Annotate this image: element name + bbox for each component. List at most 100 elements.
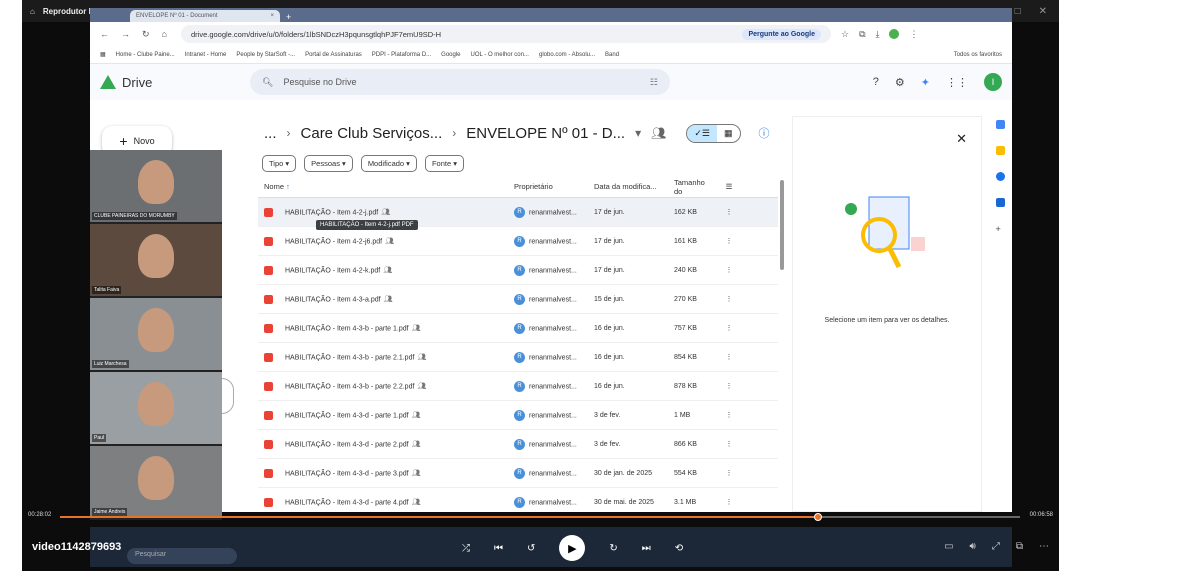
home-icon[interactable]: ⌂: [162, 29, 167, 40]
profile-icon[interactable]: [889, 29, 900, 39]
address-bar[interactable]: drive.google.com/drive/u/0/folders/1lbSN…: [180, 25, 831, 43]
new-tab-icon[interactable]: +: [286, 12, 291, 22]
grid-view-icon[interactable]: ▦: [717, 125, 740, 142]
close-icon[interactable]: ✕: [1039, 6, 1047, 17]
more-actions-icon[interactable]: ⋮: [714, 469, 744, 477]
file-row[interactable]: HABILITAÇÃO - Item 4-3-b - parte 2.2.pdf…: [258, 372, 778, 401]
list-view-icon[interactable]: ✓☰: [687, 124, 717, 142]
col-owner[interactable]: Proprietário: [514, 182, 594, 191]
back-icon[interactable]: ←: [100, 29, 109, 40]
close-icon[interactable]: ✕: [956, 131, 967, 147]
breadcrumb-current[interactable]: ENVELOPE Nº 01 - D...: [466, 125, 625, 142]
breadcrumb-ellipsis[interactable]: ...: [264, 125, 277, 142]
view-toggle[interactable]: ✓☰ ▦: [686, 123, 741, 143]
all-favorites[interactable]: Todos os favoritos: [954, 52, 1002, 58]
more-actions-icon[interactable]: ⋮: [714, 295, 744, 303]
more-actions-icon[interactable]: ⋮: [714, 266, 744, 274]
home-icon[interactable]: ⌂: [30, 7, 35, 16]
calendar-icon[interactable]: [995, 120, 1005, 129]
forward-icon[interactable]: ↻: [609, 543, 617, 554]
reload-icon[interactable]: ↻: [142, 29, 150, 40]
tasks-icon[interactable]: [995, 172, 1005, 181]
seek-handle[interactable]: [814, 513, 823, 521]
col-name[interactable]: Nome ↑: [264, 182, 514, 191]
file-row[interactable]: HABILITAÇÃO - Item 4-3-d - parte 3.pdf 👥︎…: [258, 459, 778, 488]
filter-source[interactable]: Fonte ▾: [424, 154, 464, 172]
file-name: HABILITAÇÃO - Item 4-3-b - parte 2.2.pdf: [285, 382, 415, 390]
volume-icon[interactable]: 🔊︎: [970, 541, 976, 552]
bookmark-8[interactable]: Band: [605, 52, 619, 58]
tab-drive[interactable]: ENVELOPE Nº 01 - Document ×: [130, 10, 280, 22]
maximize-icon[interactable]: □: [1015, 6, 1021, 17]
gemini-icon[interactable]: ✦: [921, 76, 930, 89]
col-date[interactable]: Data da modifica...: [594, 182, 674, 191]
sort-up-icon[interactable]: ↑: [286, 182, 290, 191]
more-actions-icon[interactable]: ⋮: [714, 498, 744, 506]
ask-google-button[interactable]: Pergunte ao Google: [742, 28, 821, 40]
rewind-icon[interactable]: ↺: [527, 543, 535, 554]
search-input[interactable]: 🔍︎ Pesquise no Drive ☷: [250, 69, 670, 95]
more-actions-icon[interactable]: ⋮: [714, 411, 744, 419]
file-row[interactable]: HABILITAÇÃO - Item 4-3-d - parte 2.pdf 👥︎…: [258, 430, 778, 459]
bookmark-5[interactable]: Google: [441, 52, 460, 58]
breadcrumb-folder[interactable]: Care Club Serviços...: [301, 125, 443, 142]
filter-modified[interactable]: Modificado ▾: [360, 154, 417, 172]
file-row[interactable]: HABILITAÇÃO - Item 4-3-d - parte 1.pdf 👥︎…: [258, 401, 778, 430]
seek-track[interactable]: [60, 513, 1020, 521]
chevron-down-icon[interactable]: ▾: [635, 126, 641, 140]
file-row[interactable]: HABILITAÇÃO - Item 4-3-b - parte 1.pdf 👥︎…: [258, 314, 778, 343]
miniplayer-icon[interactable]: ⧉: [1016, 541, 1023, 552]
account-avatar[interactable]: I: [984, 73, 1002, 91]
keep-icon[interactable]: [995, 146, 1005, 155]
taskbar-search[interactable]: Pesquisar: [127, 548, 237, 564]
file-row[interactable]: HABILITAÇÃO - Item 4-2-j6.pdf 👥︎ Rrenanmal…: [258, 227, 778, 256]
apps-icon[interactable]: ▦: [100, 51, 106, 58]
menu-icon[interactable]: ⋮: [909, 29, 918, 40]
col-size[interactable]: Tamanho do: [674, 178, 714, 196]
more-actions-icon[interactable]: ⋮: [714, 324, 744, 332]
file-row[interactable]: HABILITAÇÃO - Item 4-2-j.pdf 👥︎ Rrenanmalv…: [258, 198, 778, 230]
bookmark-3[interactable]: Portal de Assinaturas: [305, 52, 362, 58]
file-row[interactable]: HABILITAÇÃO - Item 4-2-k.pdf 👥︎ Rrenanmalv…: [258, 256, 778, 285]
star-icon[interactable]: ☆: [841, 29, 849, 40]
search-options-icon[interactable]: ☷: [650, 77, 658, 88]
extensions-icon[interactable]: ⧉: [859, 29, 865, 40]
help-icon[interactable]: ?: [873, 76, 879, 88]
settings-icon[interactable]: ⚙: [895, 76, 905, 89]
more-actions-icon[interactable]: ⋮: [714, 382, 744, 390]
more-actions-icon[interactable]: ⋮: [714, 440, 744, 448]
repeat-icon[interactable]: ⟲: [675, 543, 683, 554]
more-actions-icon[interactable]: ⋮: [714, 208, 744, 216]
bookmark-6[interactable]: UOL - O melhor con...: [471, 52, 529, 58]
scrollbar[interactable]: [780, 180, 784, 270]
forward-icon[interactable]: →: [121, 29, 130, 40]
filter-people[interactable]: Pessoas ▾: [304, 154, 353, 172]
add-addon-icon[interactable]: +: [996, 224, 1005, 234]
file-row[interactable]: HABILITAÇÃO - Item 4-3-d - parte 4.pdf 👥︎…: [258, 488, 778, 512]
shuffle-icon[interactable]: ⤮: [462, 543, 470, 554]
seek-bar[interactable]: 00:28:02 00:06:58: [22, 510, 1059, 522]
bookmark-1[interactable]: Intranet - Home: [185, 52, 227, 58]
drive-logo[interactable]: Drive: [100, 75, 250, 90]
file-row[interactable]: HABILITAÇÃO - Item 4-3-a.pdf 👥︎ Rrenanmalv…: [258, 285, 778, 314]
apps-grid-icon[interactable]: ⋮⋮: [946, 76, 968, 89]
subtitles-icon[interactable]: ▭: [944, 541, 953, 552]
info-icon[interactable]: ⓘ: [759, 125, 770, 141]
play-button[interactable]: ▶: [559, 535, 586, 561]
sort-options-icon[interactable]: ☰: [714, 182, 744, 191]
bookmark-2[interactable]: People by StarSoft -...: [236, 52, 295, 58]
fullscreen-icon[interactable]: ⤢: [992, 541, 1000, 552]
file-row[interactable]: HABILITAÇÃO - Item 4-3-b - parte 2.1.pdf…: [258, 343, 778, 372]
bookmark-4[interactable]: PDPI - Plataforma D...: [372, 52, 431, 58]
contacts-icon[interactable]: [995, 198, 1005, 207]
next-icon[interactable]: ⏭: [642, 543, 651, 554]
download-icon[interactable]: ⤓: [876, 29, 880, 40]
more-icon[interactable]: ⋯: [1039, 541, 1049, 552]
close-tab-icon[interactable]: ×: [270, 13, 274, 19]
more-actions-icon[interactable]: ⋮: [714, 353, 744, 361]
bookmark-7[interactable]: globo.com - Absolu...: [539, 52, 595, 58]
previous-icon[interactable]: ⏮: [494, 543, 503, 554]
more-actions-icon[interactable]: ⋮: [714, 237, 744, 245]
filter-type[interactable]: Tipo ▾: [262, 154, 297, 172]
bookmark-0[interactable]: Home - Clube Paine...: [116, 52, 175, 58]
